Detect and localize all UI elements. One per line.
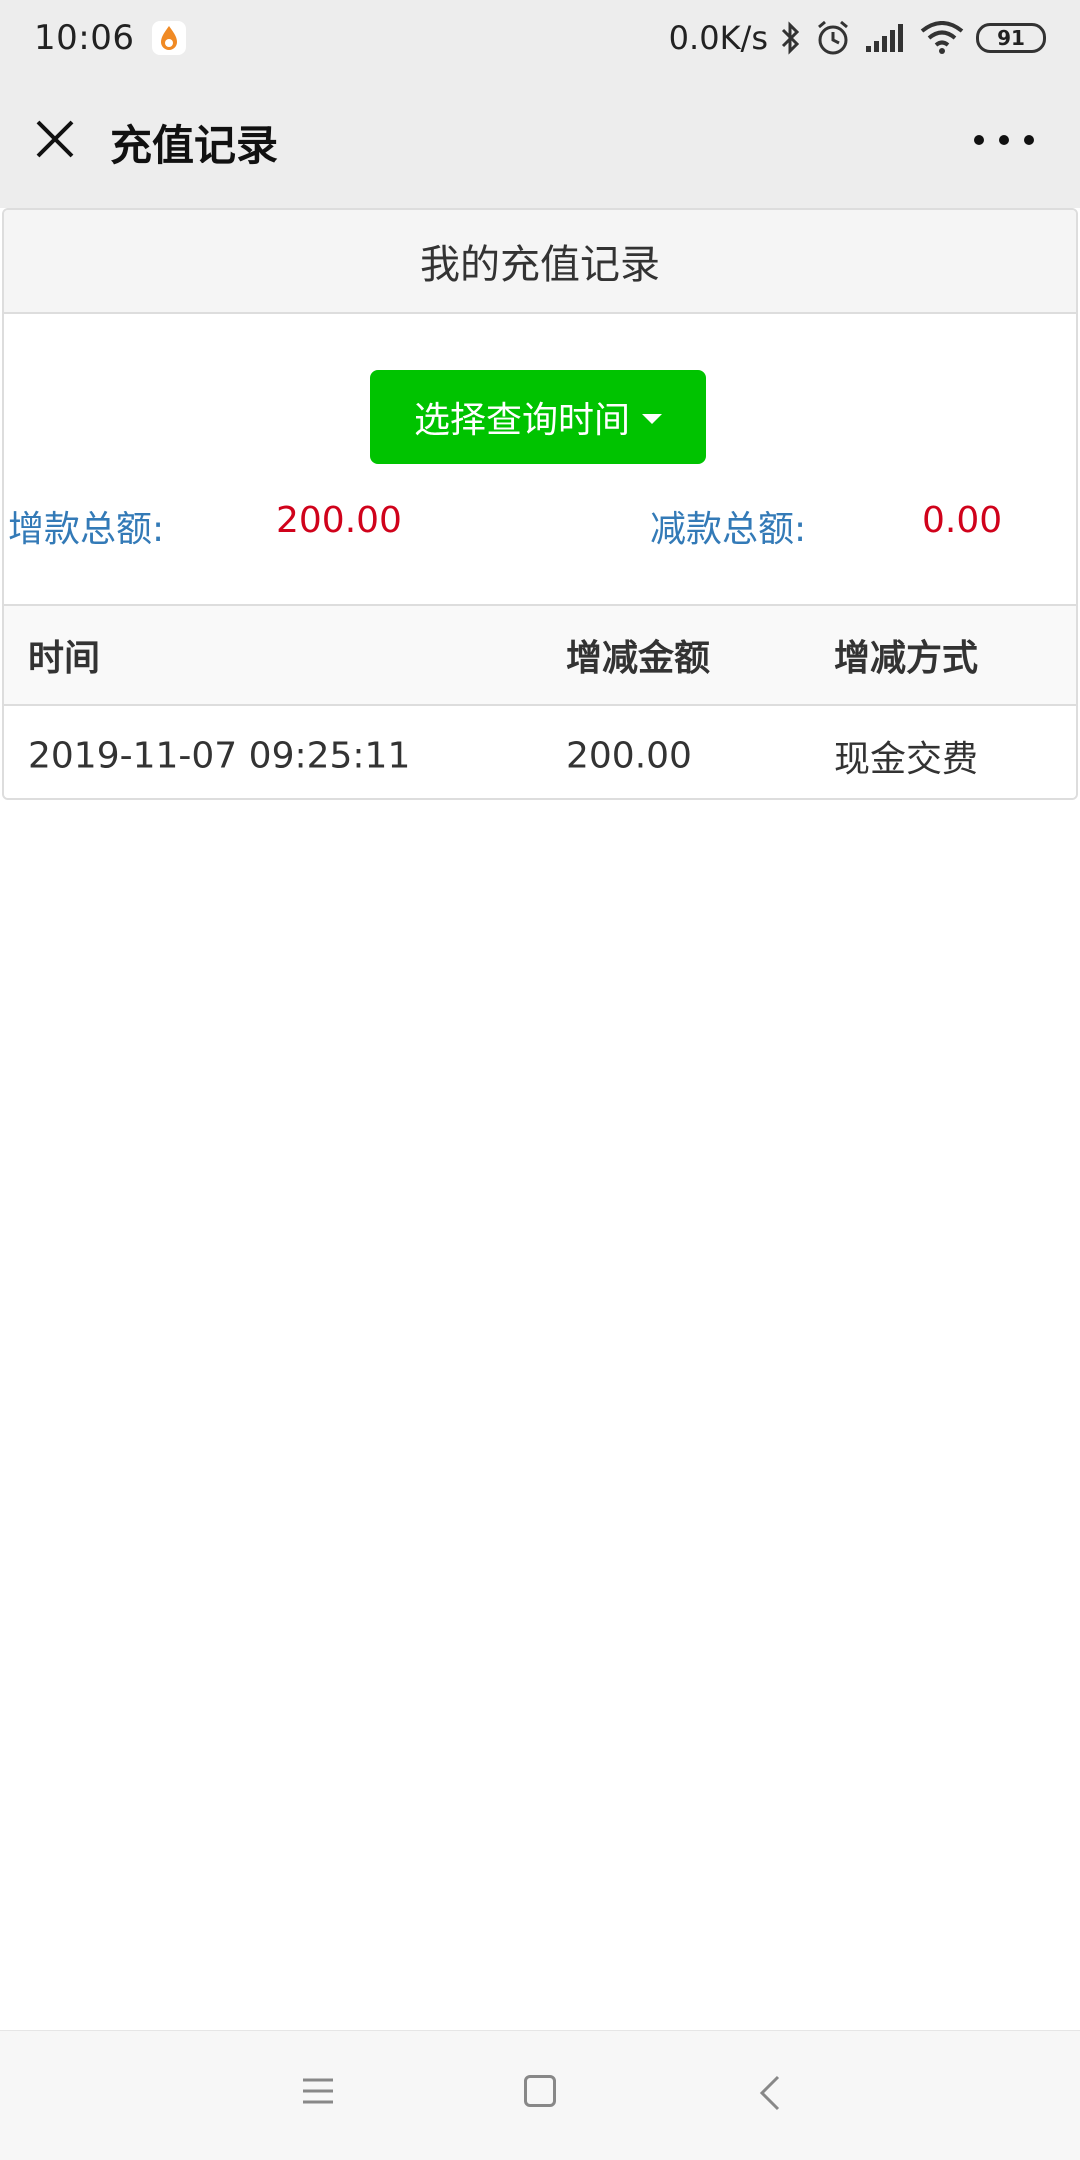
status-left: 10:06 <box>34 18 187 58</box>
home-icon[interactable] <box>524 2075 556 2107</box>
cell-method: 现金交费 <box>834 739 979 780</box>
column-header-time: 时间 <box>28 638 101 679</box>
net-speed: 0.0K/s <box>668 19 768 57</box>
battery-icon: 91 <box>976 23 1046 53</box>
back-icon[interactable] <box>752 2073 792 2113</box>
wifi-icon <box>920 21 964 54</box>
bluetooth-icon <box>781 21 800 55</box>
caret-down-icon <box>642 414 662 424</box>
more-button[interactable] <box>974 118 1034 162</box>
menu-icon[interactable] <box>302 2077 334 2105</box>
query-button-label: 选择查询时间 <box>413 400 630 441</box>
decrease-total-value: 0.00 <box>922 500 1003 541</box>
status-time: 10:06 <box>34 18 135 58</box>
increase-total-label: 增款总额: <box>8 509 165 550</box>
recharge-panel: 我的充值记录 选择查询时间 增款总额: 200.00 减款总额: 0.00 时间… <box>2 208 1078 800</box>
cell-time: 2019-11-07 09:25:11 <box>28 735 411 777</box>
table-header-row: 时间 增减金额 增减方式 <box>4 606 1076 706</box>
close-icon <box>36 120 74 158</box>
decrease-total-label: 减款总额: <box>650 509 807 550</box>
close-button[interactable] <box>30 114 80 164</box>
panel-header: 我的充值记录 <box>4 210 1076 314</box>
more-icon-dot <box>999 135 1009 145</box>
column-header-amount: 增减金额 <box>566 638 711 679</box>
system-nav-bar <box>0 2030 1080 2160</box>
filter-area: 选择查询时间 增款总额: 200.00 减款总额: 0.00 <box>4 314 1076 604</box>
page-title: 充值记录 <box>110 121 279 170</box>
signal-icon <box>866 24 903 52</box>
app-notification-icon <box>152 21 187 55</box>
records-table: 时间 增减金额 增减方式 2019-11-07 09:25:11 200.00 … <box>4 604 1076 798</box>
table-row: 2019-11-07 09:25:11 200.00 现金交费 <box>4 706 1076 798</box>
column-header-method: 增减方式 <box>834 638 979 679</box>
more-icon-dot <box>1024 135 1034 145</box>
nav-bar: 充值记录 <box>0 76 1080 208</box>
content-area: 我的充值记录 选择查询时间 增款总额: 200.00 减款总额: 0.00 时间… <box>0 208 1080 2030</box>
alarm-icon <box>818 20 848 55</box>
more-icon-dot <box>974 135 984 145</box>
select-query-time-button[interactable]: 选择查询时间 <box>370 370 706 464</box>
increase-total-value: 200.00 <box>276 500 402 541</box>
status-bar: 10:06 0.0K/s 91 <box>0 0 1080 76</box>
status-right: 0.0K/s 91 <box>669 19 1046 57</box>
cell-amount: 200.00 <box>566 735 692 777</box>
